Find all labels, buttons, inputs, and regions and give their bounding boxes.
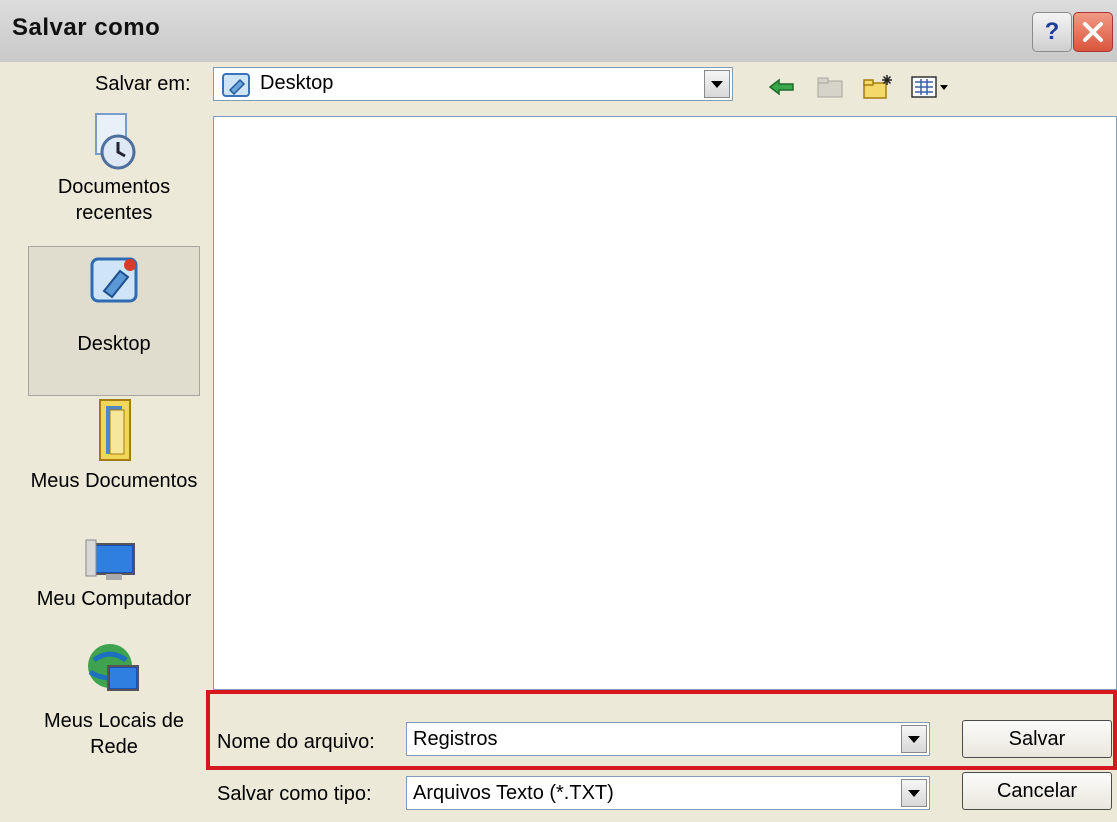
help-icon: ?: [1044, 18, 1060, 45]
save-as-dialog: Salvar como ? Salvar em: Desktop Documen…: [0, 0, 1117, 822]
back-button[interactable]: [765, 73, 799, 101]
place-my-documents[interactable]: Meus Documentos: [28, 396, 200, 536]
my-computer-icon: [85, 539, 135, 580]
save-in-value: Desktop: [260, 72, 334, 94]
up-folder-icon: [817, 77, 843, 98]
network-places-icon: [88, 644, 139, 691]
place-network[interactable]: Meus Locais de Rede: [28, 638, 200, 768]
save-in-label: Salvar em:: [95, 73, 191, 95]
place-recent-documents[interactable]: Documentos recentes: [28, 110, 200, 240]
place-my-computer[interactable]: Meu Computador: [28, 536, 200, 636]
save-in-combobox[interactable]: Desktop: [213, 67, 733, 101]
up-folder-button[interactable]: [813, 73, 847, 101]
place-label: Meus Locais de Rede: [43, 710, 185, 758]
place-label: Meu Computador: [36, 588, 192, 610]
place-desktop[interactable]: Desktop: [28, 246, 200, 396]
close-icon: [1083, 22, 1103, 42]
file-type-dropdown-button[interactable]: [901, 779, 927, 807]
file-name-label: Nome do arquivo:: [217, 731, 375, 753]
desktop-folder-icon: [222, 72, 250, 103]
save-in-dropdown-button[interactable]: [704, 70, 730, 98]
view-menu-button[interactable]: [909, 73, 953, 101]
file-name-dropdown-button[interactable]: [901, 725, 927, 753]
chevron-down-icon: [908, 789, 920, 797]
my-documents-icon: [99, 399, 131, 461]
chevron-down-icon: [908, 735, 920, 743]
new-folder-icon: [863, 75, 892, 99]
file-type-combobox[interactable]: Arquivos Texto (*.TXT): [406, 776, 930, 810]
view-menu-icon: [911, 76, 948, 98]
recent-documents-icon: [95, 113, 136, 170]
navigation-toolbar: [765, 72, 953, 102]
place-label: Meus Documentos: [30, 470, 198, 492]
places-bar: Documentos recentes Desktop Meus Documen…: [28, 100, 200, 822]
place-label: Desktop: [77, 333, 151, 355]
new-folder-button[interactable]: [861, 73, 895, 101]
save-button[interactable]: Salvar: [962, 720, 1112, 758]
desktop-icon: [90, 257, 138, 303]
file-type-value: Arquivos Texto (*.TXT): [413, 782, 614, 804]
cancel-button[interactable]: Cancelar: [962, 772, 1112, 810]
file-list[interactable]: [213, 116, 1117, 690]
file-type-label: Salvar como tipo:: [217, 783, 372, 805]
file-name-combobox[interactable]: [406, 722, 930, 756]
title-bar: Salvar como ?: [0, 0, 1117, 62]
window-title: Salvar como: [12, 14, 161, 41]
file-name-input[interactable]: [413, 726, 883, 752]
place-label: Documentos recentes: [57, 176, 171, 224]
help-button[interactable]: ?: [1032, 12, 1072, 52]
chevron-down-icon: [711, 80, 723, 88]
back-arrow-icon: [768, 78, 794, 96]
close-button[interactable]: [1073, 12, 1113, 52]
